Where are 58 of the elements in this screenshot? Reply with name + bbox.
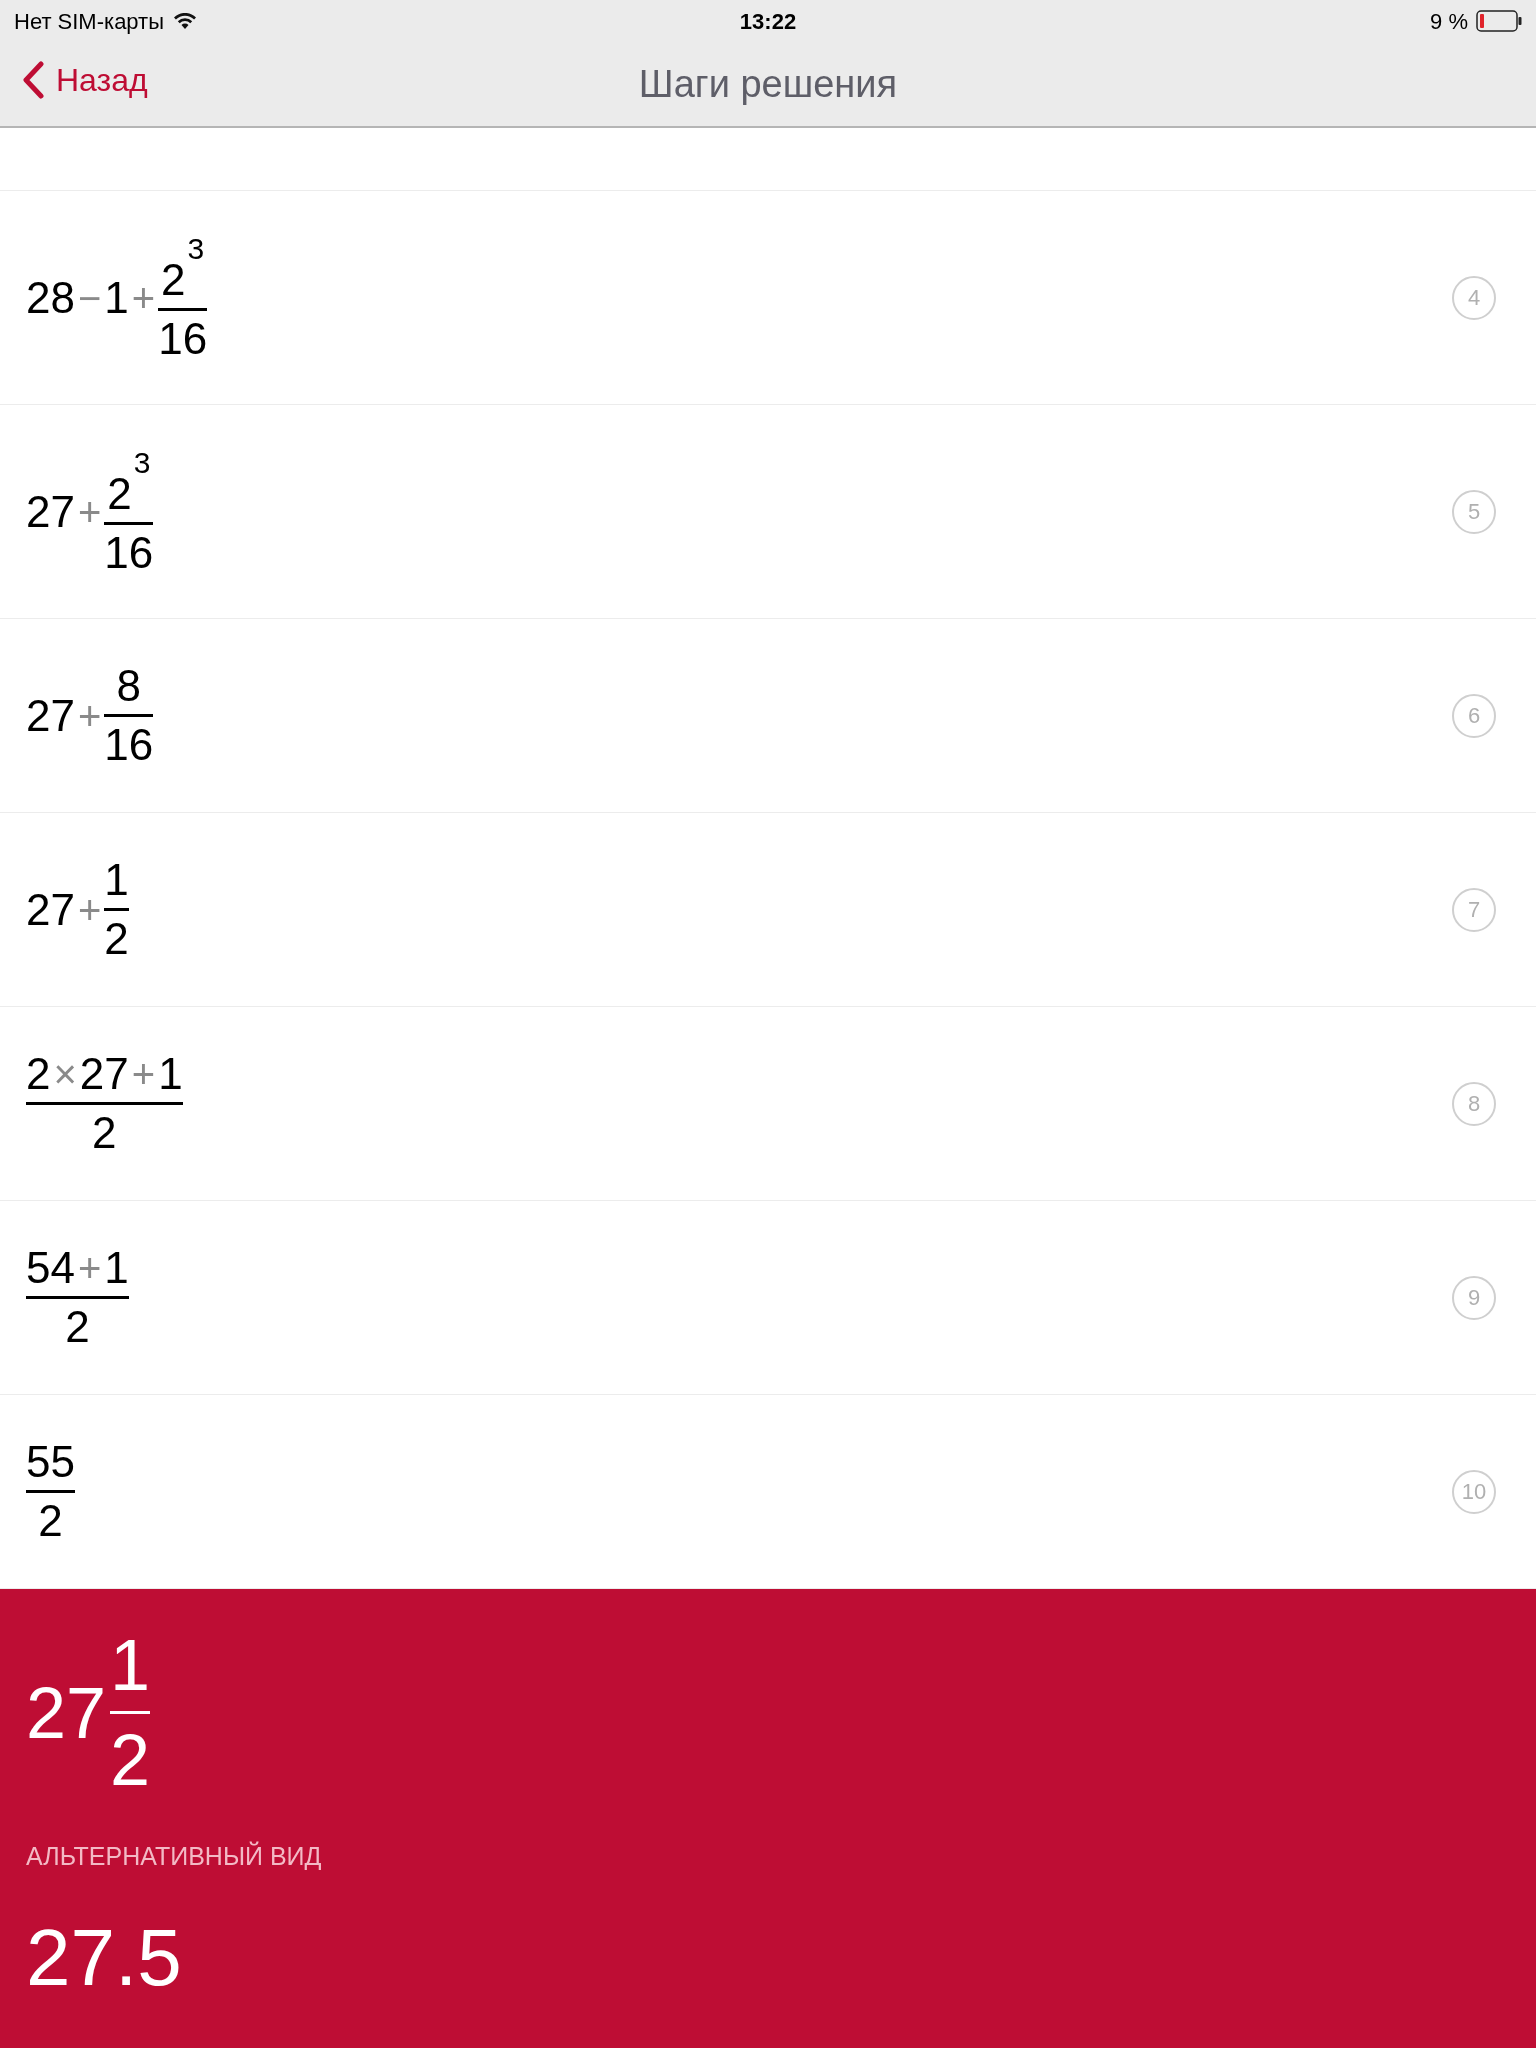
back-button[interactable]: Назад	[22, 56, 148, 104]
math-number: 8	[116, 664, 142, 708]
math-number: 2	[65, 1305, 90, 1349]
operator-sign: ×	[52, 1054, 78, 1094]
math-number: 27	[26, 693, 75, 738]
fraction-bar	[26, 1490, 75, 1493]
operator-sign: +	[76, 889, 103, 930]
operator-sign: +	[76, 1248, 103, 1288]
math-number: 1	[104, 858, 129, 902]
wifi-icon	[174, 13, 196, 29]
fraction-bar	[110, 1711, 151, 1714]
math-number: 28	[26, 275, 75, 320]
operator-sign: +	[130, 277, 157, 318]
screen-title: Шаги решения	[638, 61, 898, 107]
step-number: 5	[1452, 489, 1496, 534]
step-number: 8	[1452, 1081, 1496, 1126]
battery-icon	[1476, 10, 1522, 32]
fraction-bar	[104, 714, 154, 717]
step-number: 9	[1452, 1275, 1496, 1320]
fraction-bar	[104, 908, 129, 911]
math-number: 54	[26, 1246, 75, 1290]
math-number: 27	[26, 887, 75, 932]
math-number: 1	[104, 1246, 129, 1290]
step-number: 4	[1452, 275, 1496, 320]
math-number: 16	[104, 531, 154, 575]
operator-sign: +	[130, 1054, 157, 1094]
carrier-name: Нет SIM-карты	[14, 7, 164, 36]
status-time: 13:22	[739, 7, 797, 36]
math-number: 2	[104, 917, 129, 961]
math-number: 27	[26, 1676, 107, 1749]
math-number: 2	[92, 1111, 117, 1155]
operator-sign: +	[76, 695, 103, 736]
chevron-left-icon	[22, 61, 44, 99]
step-number: 10	[1452, 1469, 1496, 1514]
math-number: 2	[110, 1724, 151, 1796]
step-number: 6	[1452, 693, 1496, 738]
math-number: 16	[104, 723, 154, 767]
math-number: 2	[107, 472, 132, 516]
math-number: 1	[104, 275, 129, 320]
alternative-form-label: АЛЬТЕРНАТИВНЫЙ ВИД	[26, 1840, 323, 1872]
exponent: 3	[187, 234, 205, 264]
operator-sign: +	[76, 491, 103, 532]
alternative-result: 27.5	[26, 1917, 183, 1998]
exponent: 3	[133, 448, 151, 478]
math-number: 1	[158, 1052, 183, 1096]
battery-percent: 9 %	[1430, 7, 1468, 36]
step-number: 7	[1452, 887, 1496, 932]
fraction-bar	[158, 308, 208, 311]
math-number: 27	[26, 489, 75, 534]
fraction-bar	[104, 522, 154, 525]
math-number: 1	[110, 1629, 151, 1701]
math-number: 2	[38, 1499, 63, 1543]
math-number: 2	[26, 1052, 51, 1096]
operator-sign: −	[76, 277, 103, 318]
math-number: 55	[26, 1440, 75, 1484]
math-number: 2	[161, 258, 186, 302]
math-number: 27	[79, 1052, 129, 1096]
math-number: 16	[158, 317, 208, 361]
